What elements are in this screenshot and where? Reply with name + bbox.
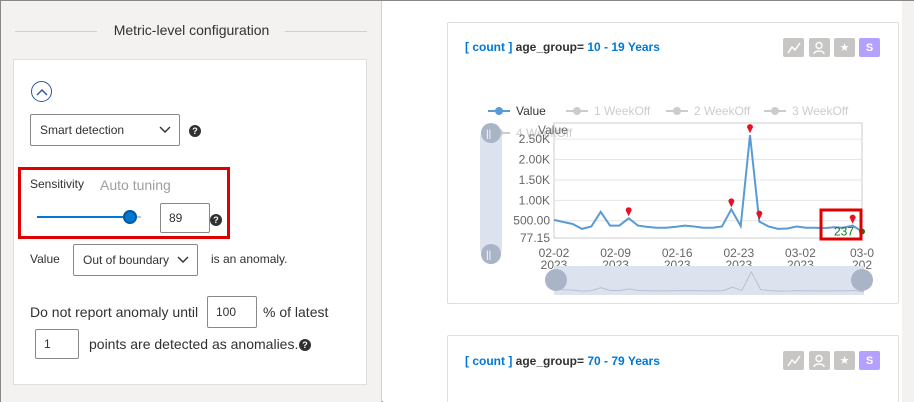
series-card: [ count ] age_group= 10 - 19 Years ★ S V…	[447, 22, 899, 304]
collapse-button[interactable]	[31, 81, 52, 102]
chevron-up-icon	[36, 88, 47, 95]
vertical-zoom-track	[480, 128, 502, 258]
value-label: Value	[30, 252, 60, 266]
report-points-input[interactable]: 1	[35, 329, 79, 359]
sensitivity-slider-thumb[interactable]	[122, 210, 137, 224]
metric-tag: [ count ]	[465, 354, 513, 368]
report-prefix: Do not report anomaly until	[30, 304, 199, 320]
person-icon[interactable]	[809, 351, 830, 370]
anomaly-marker	[747, 124, 753, 134]
section-title: Metric-level configuration	[113, 22, 270, 38]
legend-label: Value	[516, 104, 546, 118]
report-percent-input[interactable]: 100	[207, 296, 257, 328]
legend-marker	[573, 107, 581, 115]
report-points-value: 1	[44, 337, 51, 351]
star-icon[interactable]: ★	[834, 351, 855, 370]
detection-method-select[interactable]: Smart detection	[30, 114, 180, 146]
y-tick-label: 1.00K	[519, 193, 550, 207]
chart-edit-icon[interactable]	[783, 351, 804, 370]
s-button[interactable]: S	[859, 351, 880, 370]
chevron-down-icon	[177, 256, 189, 263]
config-panel: Metric-level configuration Smart detecti…	[1, 1, 382, 402]
dimension-name: age_group=	[515, 354, 585, 368]
help-icon[interactable]: ?	[299, 339, 311, 351]
legend-marker	[673, 107, 681, 115]
help-icon[interactable]: ?	[210, 214, 222, 226]
legend-marker	[495, 107, 503, 115]
sensitivity-input-value: 89	[169, 211, 183, 225]
y-tick-label: 2.00K	[519, 153, 550, 167]
boundary-value: Out of boundary	[83, 253, 170, 267]
last-point-label: 237	[834, 224, 854, 238]
anomaly-marker	[728, 198, 735, 208]
y-tick-label: 2.50K	[519, 132, 550, 146]
anomaly-marker	[625, 207, 632, 217]
dimension-value: 70 - 79 Years	[587, 354, 660, 368]
anomaly-marker	[756, 210, 763, 220]
series-line-value	[553, 134, 863, 233]
handle-grip-icon: ||	[486, 129, 491, 140]
anomaly-suffix: is an anomaly.	[211, 252, 288, 266]
boundary-select[interactable]: Out of boundary	[73, 244, 198, 276]
help-icon[interactable]: ?	[189, 125, 201, 137]
sensitivity-label: Sensitivity	[30, 177, 85, 191]
y-tick-label: 500.00	[513, 214, 550, 228]
report-percent-value: 100	[216, 305, 237, 319]
detection-method-value: Smart detection	[40, 123, 125, 137]
y-tick-label: 1.50K	[519, 173, 550, 187]
legend-label: 3 WeekOff	[792, 104, 849, 118]
anomaly-marker	[849, 214, 856, 224]
anomaly-chart[interactable]: Value 1 WeekOff 2 WeekOff 3 WeekOff4 WeekOf…	[448, 23, 900, 305]
legend-label: 1 WeekOff	[594, 104, 651, 118]
handle-grip-icon: ||	[486, 250, 491, 261]
sensitivity-slider-fill	[37, 216, 130, 218]
zoom-handle-right	[851, 269, 873, 291]
card-title[interactable]: [ count ] age_group= 70 - 79 Years	[465, 354, 660, 368]
divider	[285, 31, 367, 32]
series-card: [ count ] age_group= 70 - 79 Years ★ S	[447, 335, 899, 402]
report-points-suffix: points are detected as anomalies.	[89, 336, 299, 352]
legend-label: 2 WeekOff	[694, 104, 751, 118]
y-tick-label: 77.15	[520, 231, 550, 245]
auto-tuning-toggle[interactable]: Auto tuning	[100, 177, 171, 193]
legend-marker	[771, 107, 779, 115]
sensitivity-input[interactable]: 89	[160, 203, 210, 233]
page-scrollbar[interactable]	[902, 1, 914, 402]
zoom-handle-left	[545, 269, 567, 291]
report-percent-suffix: % of latest	[263, 304, 329, 320]
chevron-down-icon	[159, 126, 171, 133]
